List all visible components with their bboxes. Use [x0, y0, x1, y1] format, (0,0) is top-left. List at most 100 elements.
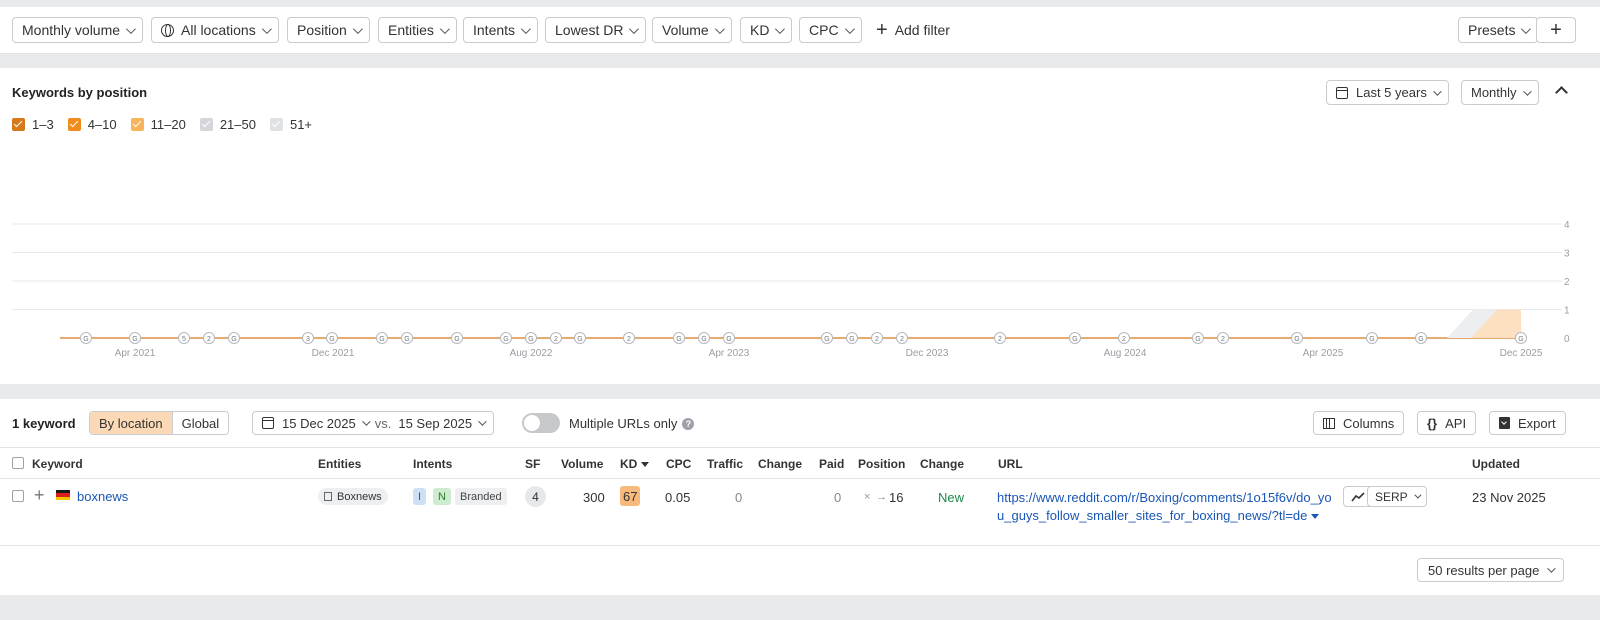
col-paid[interactable]: Paid — [819, 457, 844, 471]
col-volume[interactable]: Volume — [561, 457, 603, 471]
annotation-label: G — [528, 336, 533, 343]
location-toggle: By location Global — [89, 411, 230, 435]
annotation-label: G — [1369, 336, 1374, 343]
col-traffic[interactable]: Traffic — [707, 457, 743, 471]
annotation-label: G — [676, 336, 681, 343]
add-filter-button[interactable]: + Add filter — [876, 17, 950, 43]
filter-intents[interactable]: Intents — [463, 17, 539, 43]
chevron-down-icon — [261, 23, 272, 34]
change-new-label: New — [938, 490, 965, 505]
filter-label: KD — [750, 22, 770, 38]
annotation-label: G — [726, 336, 731, 343]
columns-button[interactable]: Columns — [1313, 411, 1405, 435]
table-row: + boxnews Boxnews I N Branded 4 300 67 0… — [0, 480, 1600, 546]
filter-kd[interactable]: KD — [740, 17, 793, 43]
legend-item[interactable]: 4–10 — [67, 117, 117, 132]
annotation-label: G — [83, 336, 88, 343]
keywords-table-card: 1 keyword By location Global 15 Dec 2025… — [0, 399, 1600, 595]
annotation-label: 2 — [1221, 336, 1225, 343]
global-tab[interactable]: Global — [171, 412, 229, 434]
date-b: 15 Sep 2025 — [398, 415, 473, 431]
interval-button[interactable]: Monthly — [1461, 80, 1539, 105]
annotation-label: 2 — [554, 336, 558, 343]
sf-count[interactable]: 4 — [525, 486, 546, 507]
date-a: 15 Dec 2025 — [282, 415, 356, 431]
trend-icon — [1351, 491, 1365, 501]
volume-value: 300 — [583, 490, 605, 505]
chevron-down-icon — [1521, 23, 1532, 34]
presets-label: Presets — [1468, 22, 1516, 38]
legend-item[interactable]: 11–20 — [130, 117, 186, 132]
legend-checkbox[interactable] — [12, 118, 25, 131]
caret-down-icon[interactable] — [1311, 514, 1320, 520]
x-tick-label: Dec 2021 — [312, 348, 355, 359]
chart-title: Keywords by position — [12, 85, 148, 100]
collapse-chevron-icon[interactable] — [1555, 86, 1568, 99]
serp-button[interactable]: SERP — [1367, 486, 1427, 507]
intent-navigational-badge: N — [433, 488, 451, 505]
chevron-down-icon — [714, 23, 725, 34]
legend-checkbox[interactable] — [67, 118, 81, 131]
col-intents[interactable]: Intents — [413, 457, 452, 471]
col-position[interactable]: Position — [858, 457, 905, 471]
help-icon[interactable]: ? — [682, 417, 695, 430]
keyword-link[interactable]: boxnews — [77, 489, 128, 504]
legend-item[interactable]: 51+ — [269, 117, 312, 132]
legend-checkbox[interactable] — [130, 118, 144, 131]
filter-entities[interactable]: Entities — [378, 17, 457, 43]
filter-label: Intents — [473, 22, 516, 38]
results-per-page-select[interactable]: 50 results per page — [1417, 558, 1565, 582]
add-preset-button[interactable]: + — [1536, 17, 1576, 43]
filter-monthly-volume[interactable]: Monthly volume — [12, 17, 144, 43]
col-change[interactable]: Change — [758, 457, 802, 471]
row-checkbox[interactable] — [12, 490, 24, 502]
url-link[interactable]: https://www.reddit.com/r/Boxing/comments… — [997, 489, 1332, 525]
braces-icon: {} — [1427, 415, 1438, 431]
col-cpc[interactable]: CPC — [666, 457, 691, 471]
filter-cpc[interactable]: CPC — [799, 17, 862, 43]
chevron-down-icon — [844, 23, 855, 34]
col-entities[interactable]: Entities — [318, 457, 361, 471]
annotation-label: G — [824, 336, 829, 343]
calendar-icon — [1336, 86, 1348, 99]
updated-date: 23 Nov 2025 — [1472, 490, 1546, 505]
legend-item[interactable]: 1–3 — [12, 117, 54, 132]
filter-volume[interactable]: Volume — [652, 17, 732, 43]
multiple-urls-toggle[interactable] — [522, 413, 560, 433]
traffic-value: 0 — [735, 490, 743, 505]
date-range-button[interactable]: Last 5 years — [1326, 80, 1449, 105]
annotation-label: 2 — [875, 336, 879, 343]
legend-checkbox[interactable] — [199, 118, 213, 131]
filter-all-locations[interactable]: All locations — [151, 17, 279, 43]
filter-lowest-dr[interactable]: Lowest DR — [545, 17, 647, 43]
filter-label: Entities — [388, 22, 434, 38]
col-url[interactable]: URL — [998, 457, 1023, 471]
legend-checkbox[interactable] — [269, 118, 283, 131]
annotation-label: G — [132, 336, 137, 343]
compare-date-button[interactable]: 15 Dec 2025 vs. 15 Sep 2025 — [252, 411, 495, 435]
plus-icon: + — [1550, 19, 1562, 41]
position-arrow-icon: → — [876, 491, 887, 503]
col-kd[interactable]: KD — [620, 457, 650, 471]
col-position-change[interactable]: Change — [920, 457, 964, 471]
chevron-down-icon — [520, 23, 531, 34]
entity-badge[interactable]: Boxnews — [318, 488, 388, 505]
filter-position[interactable]: Position — [287, 17, 370, 43]
columns-label: Columns — [1343, 415, 1395, 431]
legend-item[interactable]: 21–50 — [199, 117, 256, 132]
annotation-label: 2 — [1122, 336, 1126, 343]
plus-icon[interactable]: + — [34, 485, 45, 506]
presets-button[interactable]: Presets — [1458, 17, 1539, 43]
col-keyword[interactable]: Keyword — [32, 457, 83, 471]
export-button[interactable]: Export — [1489, 411, 1566, 435]
api-button[interactable]: {} API — [1417, 411, 1477, 435]
col-updated[interactable]: Updated — [1472, 457, 1520, 471]
select-all-checkbox[interactable] — [12, 457, 24, 469]
x-tick-label: Aug 2024 — [1104, 348, 1147, 359]
chevron-down-icon — [361, 417, 371, 426]
building-icon — [324, 492, 332, 501]
annotation-label: G — [329, 336, 334, 343]
chevron-down-icon — [1414, 491, 1422, 499]
by-location-tab[interactable]: By location — [90, 412, 172, 434]
col-sf[interactable]: SF — [525, 457, 540, 471]
